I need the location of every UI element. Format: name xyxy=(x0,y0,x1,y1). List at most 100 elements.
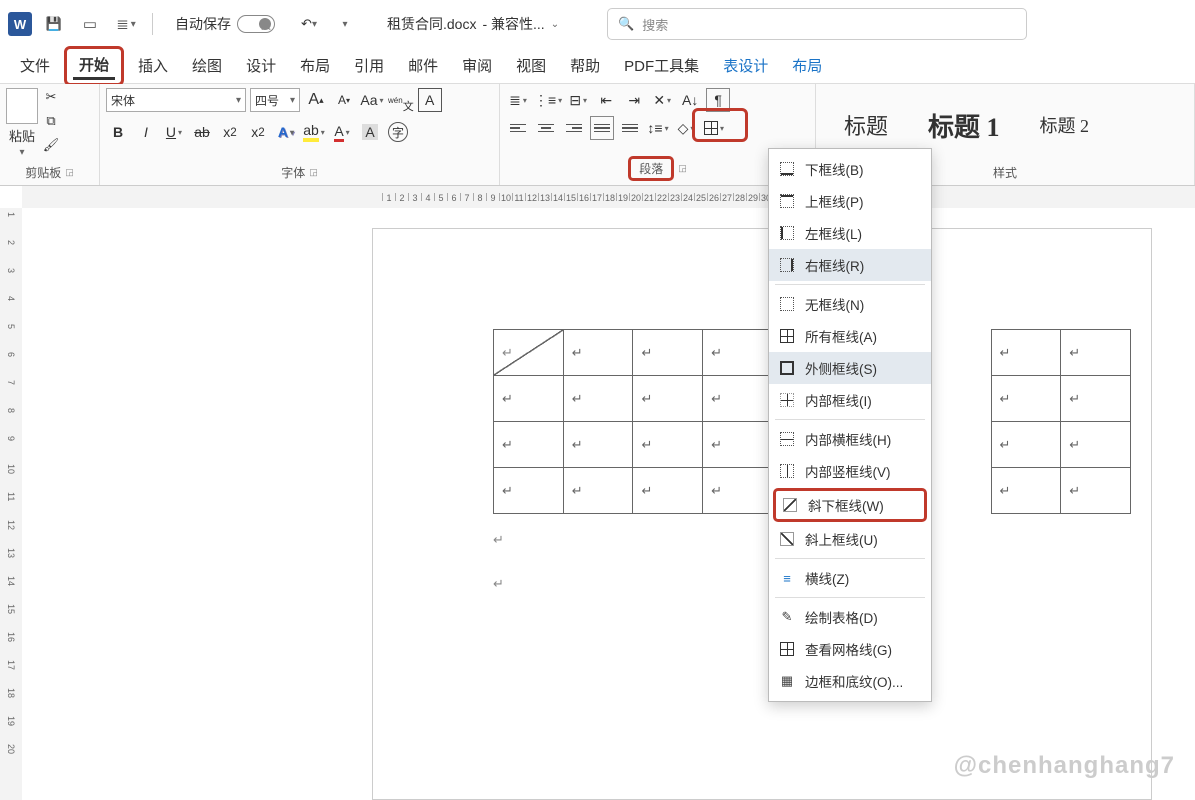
menu-horizontal-line[interactable]: ≡横线(Z) xyxy=(769,562,931,594)
menu-left-border[interactable]: 左框线(L) xyxy=(769,217,931,249)
qat-customize[interactable]: ≣▾ xyxy=(112,10,140,38)
asian-layout-icon[interactable]: ✕ xyxy=(650,88,674,112)
present-icon[interactable]: ▭ xyxy=(76,10,104,38)
table-cell[interactable]: ↵ xyxy=(633,468,703,514)
table-cell[interactable]: ↵ xyxy=(563,376,633,422)
increase-indent-icon[interactable]: ⇥ xyxy=(622,88,646,112)
char-border-icon[interactable]: A xyxy=(418,88,442,112)
table-cell[interactable]: ↵ xyxy=(991,422,1061,468)
table-cell[interactable]: ↵ xyxy=(563,468,633,514)
text-effects-icon[interactable]: A xyxy=(274,120,298,144)
tab-pdf[interactable]: PDF工具集 xyxy=(614,49,709,82)
bullets-icon[interactable]: ≣ xyxy=(506,88,530,112)
align-justify-icon[interactable] xyxy=(590,116,614,140)
shrink-font-icon[interactable]: A▾ xyxy=(332,88,356,112)
table-cell[interactable]: ↵ xyxy=(1061,468,1131,514)
highlight-icon[interactable]: ab xyxy=(302,120,326,144)
tab-file[interactable]: 文件 xyxy=(10,49,60,82)
menu-inside-borders[interactable]: 内部框线(I) xyxy=(769,384,931,416)
undo-icon[interactable]: ↶▾ xyxy=(295,10,323,38)
strikethrough-icon[interactable]: ab xyxy=(190,120,214,144)
table-cell[interactable]: ↵ xyxy=(633,376,703,422)
paste-button[interactable]: 粘贴 ▾ xyxy=(6,88,38,158)
tab-table-design[interactable]: 表设计 xyxy=(713,49,778,82)
underline-icon[interactable]: U xyxy=(162,120,186,144)
grow-font-icon[interactable]: A▴ xyxy=(304,88,328,112)
font-name-select[interactable]: 宋体▾ xyxy=(106,88,246,112)
cut-icon[interactable]: ✂ xyxy=(42,88,60,106)
title-chevron-icon[interactable]: ⌄ xyxy=(551,19,559,30)
table-cell[interactable]: ↵ xyxy=(703,330,773,376)
menu-outside-borders[interactable]: 外侧框线(S) xyxy=(769,352,931,384)
autosave-toggle[interactable]: 自动保存 关 xyxy=(175,14,275,34)
style-title[interactable]: 标题 xyxy=(832,103,900,147)
style-heading2[interactable]: 标题 2 xyxy=(1028,106,1102,144)
table-cell[interactable]: ↵ xyxy=(991,330,1061,376)
table-cell[interactable]: ↵ xyxy=(494,468,564,514)
style-heading1[interactable]: 标题 1 xyxy=(916,101,1012,150)
tab-layout[interactable]: 布局 xyxy=(290,49,340,82)
change-case-icon[interactable]: Aa xyxy=(360,88,384,112)
bold-icon[interactable]: B xyxy=(106,120,130,144)
tab-table-layout[interactable]: 布局 xyxy=(782,49,832,82)
table-cell[interactable]: ↵ xyxy=(494,376,564,422)
enclose-char-icon[interactable]: 字 xyxy=(386,120,410,144)
menu-borders-shading[interactable]: ▦边框和底纹(O)... xyxy=(769,665,931,697)
copy-icon[interactable]: ⧉ xyxy=(42,112,60,130)
italic-icon[interactable]: I xyxy=(134,120,158,144)
numbering-icon[interactable]: ⋮≡ xyxy=(534,88,562,112)
page[interactable]: ↵↵↵↵↵↵ ↵↵↵↵↵↵ ↵↵↵↵↵↵ ↵↵↵↵↵↵ ↵ ↵ xyxy=(372,228,1152,800)
menu-inside-v-border[interactable]: 内部竖框线(V) xyxy=(769,455,931,487)
vertical-ruler[interactable]: 1234567891011121314151617181920 xyxy=(0,208,22,800)
redo-icon[interactable]: ▾ xyxy=(331,10,359,38)
table-cell-diagonal[interactable]: ↵ xyxy=(494,330,564,376)
toggle-switch[interactable]: 关 xyxy=(237,15,275,33)
menu-all-borders[interactable]: 所有框线(A) xyxy=(769,320,931,352)
menu-view-gridlines[interactable]: 查看网格线(G) xyxy=(769,633,931,665)
table-cell[interactable]: ↵ xyxy=(703,422,773,468)
table-cell[interactable]: ↵ xyxy=(991,468,1061,514)
table-cell[interactable]: ↵ xyxy=(563,422,633,468)
tab-insert[interactable]: 插入 xyxy=(128,49,178,82)
table-cell[interactable]: ↵ xyxy=(633,330,703,376)
save-icon[interactable]: 💾 xyxy=(40,10,68,38)
multilevel-icon[interactable]: ⊟ xyxy=(566,88,590,112)
table-cell[interactable]: ↵ xyxy=(991,376,1061,422)
phonetic-guide-icon[interactable]: wén文 xyxy=(388,88,414,112)
font-size-select[interactable]: 四号▾ xyxy=(250,88,300,112)
table-cell[interactable]: ↵ xyxy=(1061,330,1131,376)
menu-inside-h-border[interactable]: 内部横框线(H) xyxy=(769,423,931,455)
line-spacing-icon[interactable]: ↕≡ xyxy=(646,116,670,140)
tab-help[interactable]: 帮助 xyxy=(560,49,610,82)
font-color-icon[interactable]: A xyxy=(330,120,354,144)
decrease-indent-icon[interactable]: ⇤ xyxy=(594,88,618,112)
tab-references[interactable]: 引用 xyxy=(344,49,394,82)
table-cell[interactable]: ↵ xyxy=(633,422,703,468)
table-cell[interactable]: ↵ xyxy=(703,468,773,514)
align-left-icon[interactable] xyxy=(506,116,530,140)
tab-design[interactable]: 设计 xyxy=(236,49,286,82)
char-shading-icon[interactable]: A xyxy=(358,120,382,144)
horizontal-ruler[interactable]: 1234567891011121314151617181920212223242… xyxy=(0,186,1195,208)
search-box[interactable]: 🔍 搜索 xyxy=(607,8,1027,40)
menu-draw-table[interactable]: ✎绘制表格(D) xyxy=(769,601,931,633)
tab-review[interactable]: 审阅 xyxy=(452,49,502,82)
menu-no-border[interactable]: 无框线(N) xyxy=(769,288,931,320)
table-cell[interactable]: ↵ xyxy=(1061,376,1131,422)
tab-view[interactable]: 视图 xyxy=(506,49,556,82)
format-painter-icon[interactable]: 🖌 xyxy=(42,136,60,154)
table-cell[interactable]: ↵ xyxy=(494,422,564,468)
table-cell[interactable]: ↵ xyxy=(703,376,773,422)
tab-mailings[interactable]: 邮件 xyxy=(398,49,448,82)
align-right-icon[interactable] xyxy=(562,116,586,140)
menu-bottom-border[interactable]: 下框线(B) xyxy=(769,153,931,185)
menu-diag-down-border[interactable]: 斜下框线(W) xyxy=(773,488,927,522)
tab-draw[interactable]: 绘图 xyxy=(182,49,232,82)
menu-diag-up-border[interactable]: 斜上框线(U) xyxy=(769,523,931,555)
menu-top-border[interactable]: 上框线(P) xyxy=(769,185,931,217)
superscript-icon[interactable]: x2 xyxy=(246,120,270,144)
subscript-icon[interactable]: x2 xyxy=(218,120,242,144)
table-cell[interactable]: ↵ xyxy=(563,330,633,376)
menu-right-border[interactable]: 右框线(R) xyxy=(769,249,931,281)
tab-home[interactable]: 开始 xyxy=(73,52,115,80)
